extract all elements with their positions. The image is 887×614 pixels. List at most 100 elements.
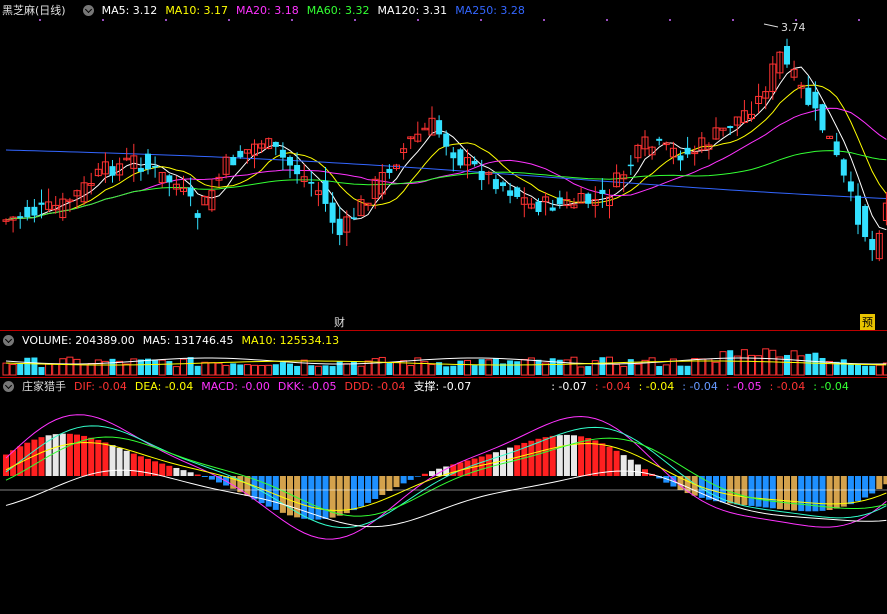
dif-label: DIF: -0.04: [74, 379, 127, 393]
volume-bar: [287, 363, 293, 375]
candle-body: [329, 202, 336, 223]
indicator-bar: [400, 476, 407, 484]
indicator-bar: [542, 437, 549, 476]
volume-bar: [158, 359, 166, 376]
indicator-bar: [563, 434, 570, 476]
volume-bar: [684, 365, 691, 375]
indicator-bar: [272, 476, 279, 510]
volume-bar: [230, 363, 237, 375]
indicator-chart[interactable]: [0, 378, 887, 614]
indicator-bar: [805, 476, 812, 512]
volume-bar: [187, 357, 194, 375]
extra-2: : -0.04: [594, 379, 631, 393]
volume-bar: [507, 360, 514, 375]
indicator-bar: [372, 476, 379, 499]
volume-bar: [613, 363, 621, 376]
candle-body: [805, 87, 812, 105]
volume-bar: [812, 352, 819, 375]
indicator-bar: [592, 440, 599, 476]
indicator-bar: [166, 465, 173, 476]
ma10-label: MA10: 3.17: [165, 3, 229, 17]
top-dot-marker: [165, 19, 167, 21]
volume-bar: [258, 365, 266, 376]
volume-bar: [443, 366, 450, 375]
stock-title[interactable]: 黑芝麻(日线): [2, 2, 66, 18]
volume-bar: [471, 365, 478, 375]
volume-bar: [294, 365, 301, 375]
candle-body: [31, 206, 38, 216]
volume-bar: [194, 365, 201, 375]
candle-body: [287, 157, 293, 166]
price-chart[interactable]: [0, 0, 887, 330]
indicator-name[interactable]: 庄家猎手: [22, 378, 66, 394]
volume-bar: [116, 360, 124, 376]
event-yu-badge[interactable]: 预: [860, 314, 875, 330]
volume-bar: [94, 359, 102, 376]
candle-body: [684, 147, 691, 155]
indicator-bar: [95, 439, 102, 476]
indicator-menu-icon[interactable]: [3, 380, 14, 392]
indicator-bar: [549, 435, 556, 476]
volume-bar: [620, 365, 628, 376]
indicator-bar: [350, 476, 357, 511]
support-label: 支撑: -0.07: [413, 380, 472, 393]
indicator-bar: [365, 476, 372, 503]
ma60-label: MA60: 3.32: [306, 3, 370, 17]
candle-body: [24, 206, 31, 218]
indicator-panel: 庄家猎手 DIF: -0.04 DEA: -0.04 MACD: -0.00 D…: [0, 378, 887, 614]
volume-bar: [378, 356, 386, 376]
volume-bar: [152, 359, 159, 375]
volume-bar: [336, 361, 343, 375]
indicator-bar: [613, 450, 620, 476]
indicator-bar: [38, 437, 45, 476]
volume-bar: [862, 365, 869, 375]
volume-bar: [648, 357, 656, 376]
volume-bar: [215, 362, 223, 376]
volume-bar: [45, 363, 53, 376]
volume-bar: [371, 358, 379, 376]
candle-body: [187, 187, 194, 197]
volume-bar: [52, 363, 60, 376]
candle-body: [471, 160, 478, 165]
volume-bar: [343, 363, 351, 376]
volume-bar: [386, 362, 393, 375]
indicator-bar: [535, 438, 542, 476]
indicator-bar: [52, 434, 59, 476]
candle-body: [17, 216, 24, 218]
candle-body: [137, 167, 144, 172]
volume-bar: [797, 355, 805, 376]
volume-bar: [457, 360, 464, 375]
indicator-bar: [414, 476, 421, 477]
volume-bar: [17, 363, 24, 375]
volume-bar: [769, 349, 777, 376]
candle-body: [727, 126, 734, 129]
indicator-bar: [336, 476, 343, 516]
candle-body: [500, 182, 506, 187]
price-menu-icon[interactable]: [82, 4, 94, 16]
candle-body: [450, 152, 457, 159]
volume-bar: [535, 359, 542, 375]
event-cai-badge[interactable]: 财: [334, 314, 345, 330]
candle-body: [840, 159, 847, 176]
candle-body: [194, 213, 201, 218]
indicator-bar: [81, 435, 88, 476]
volume-ma5: MA5: 131746.45: [142, 333, 234, 347]
volume-bar: [201, 361, 209, 376]
volume-bar: [740, 349, 748, 376]
indicator-bar: [741, 476, 748, 506]
volume-menu-icon[interactable]: [3, 334, 14, 346]
indicator-bar: [194, 474, 201, 476]
candle-body: [507, 190, 514, 196]
candle-body: [457, 149, 464, 166]
candle-body: [656, 138, 663, 141]
candle-body: [677, 155, 684, 161]
indicator-bar: [74, 434, 80, 476]
candle-body: [556, 197, 563, 205]
volume-bar: [599, 357, 606, 375]
volume-bar: [875, 364, 883, 376]
indicator-bar: [201, 476, 208, 477]
volume-ma10: MA10: 125534.13: [241, 333, 340, 347]
top-dot-marker: [732, 19, 734, 21]
indicator-bar: [173, 467, 180, 476]
volume-label: VOLUME: 204389.00: [22, 333, 135, 347]
